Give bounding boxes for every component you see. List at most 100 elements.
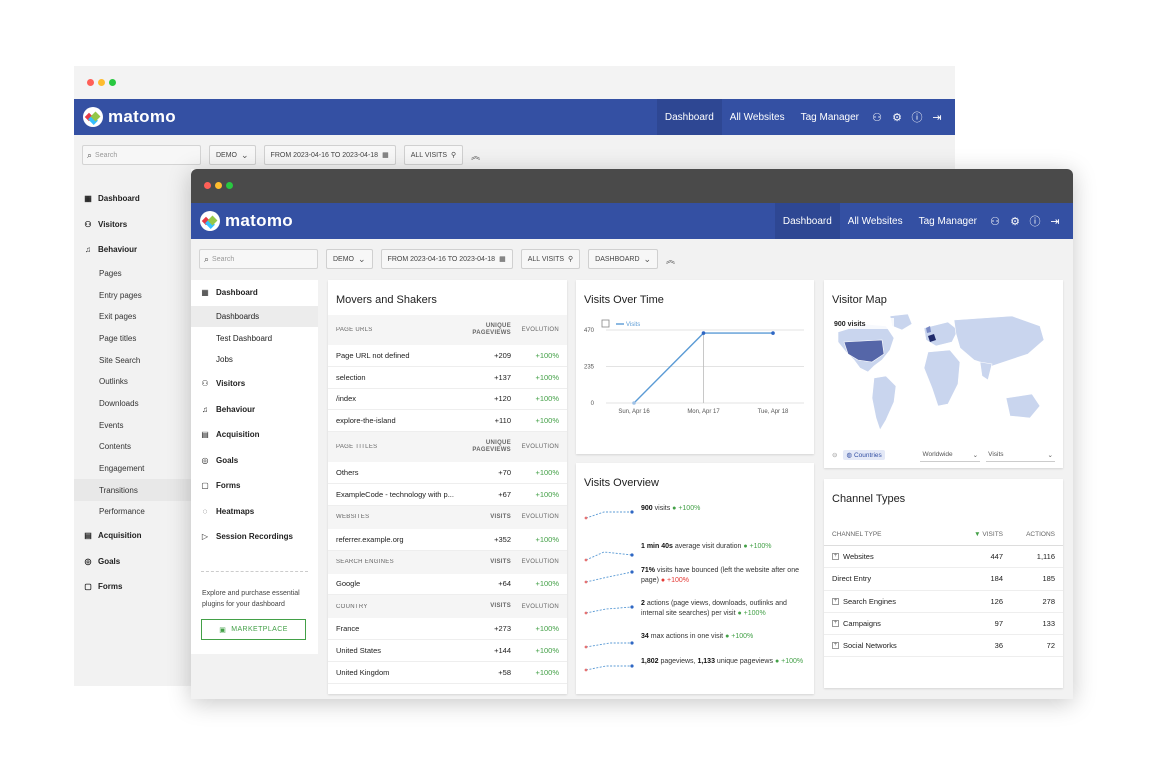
nav-dashboard[interactable]: Dashboard xyxy=(774,203,840,239)
table-row[interactable]: Direct Entry 184 185 xyxy=(824,568,1063,591)
sidebar-item-engagement[interactable]: Engagement xyxy=(74,458,191,480)
marketplace-button[interactable]: ▣ MARKETPLACE xyxy=(201,619,306,640)
sidebar-item-entry-pages[interactable]: Entry pages xyxy=(74,284,191,306)
segment-selector[interactable]: ALL VISITS ⚲ xyxy=(520,249,581,269)
sparkline[interactable] xyxy=(584,504,641,524)
sidebar-item-pages[interactable]: Pages xyxy=(74,263,191,285)
minimize-dot[interactable] xyxy=(98,79,105,86)
maximize-dot[interactable] xyxy=(226,182,233,189)
table-row[interactable]: Others +70 +100% xyxy=(328,462,567,484)
minimize-dot[interactable] xyxy=(215,182,222,189)
sidebar-item-heatmaps[interactable]: ◌ Heatmaps xyxy=(191,498,318,524)
collapse-icon[interactable]: ︽ xyxy=(471,149,480,162)
sparkline[interactable] xyxy=(584,657,641,677)
column-header[interactable]: ACTIONS xyxy=(1003,531,1055,538)
site-selector[interactable]: DEMO ⌄ xyxy=(209,145,256,165)
collapse-icon[interactable]: ︽ xyxy=(666,253,675,266)
table-row[interactable]: France +273 +100% xyxy=(328,618,567,641)
sidebar-item-jobs[interactable]: Jobs xyxy=(191,349,318,371)
sidebar-item-goals[interactable]: ◎ Goals xyxy=(74,548,191,574)
gear-icon[interactable]: ⚙ xyxy=(887,111,907,124)
search-input[interactable]: ⌕ Search xyxy=(82,145,201,165)
sidebar-item-downloads[interactable]: Downloads xyxy=(74,393,191,415)
table-row[interactable]: + Social Networks 36 72 xyxy=(824,635,1063,658)
metric-select[interactable]: Visits ⌄ xyxy=(986,449,1055,462)
sidebar-item-dashboards[interactable]: Dashboards xyxy=(191,305,318,328)
sidebar-item-goals[interactable]: ◎ Goals xyxy=(191,447,318,473)
help-icon[interactable]: ⓘ xyxy=(1025,213,1045,229)
front-sidebar: ▦ Dashboard Dashboards Test Dashboard Jobs ⚇ V… xyxy=(191,280,318,654)
sparkline[interactable] xyxy=(584,566,641,586)
sidebar-item-performance[interactable]: Performance xyxy=(74,501,191,523)
sidebar-item-forms[interactable]: ▢ Forms xyxy=(191,473,318,499)
logout-icon[interactable]: ⇥ xyxy=(1045,215,1065,228)
expand-icon[interactable]: + xyxy=(832,553,839,561)
zoom-out-icon[interactable]: ⊖ xyxy=(832,451,837,459)
close-dot[interactable] xyxy=(204,182,211,189)
nav-all-websites[interactable]: All Websites xyxy=(840,203,911,239)
sidebar-item-page-titles[interactable]: Page titles xyxy=(74,328,191,350)
table-row[interactable]: United States +144 +100% xyxy=(328,640,567,662)
sparkline[interactable] xyxy=(584,599,641,619)
sidebar-item-site-search[interactable]: Site Search xyxy=(74,349,191,371)
search-input[interactable]: ⌕ Search xyxy=(199,249,318,269)
sparkline[interactable] xyxy=(584,632,641,652)
date-selector[interactable]: FROM 2023-04-16 TO 2023-04-18 ▦ xyxy=(380,249,513,269)
logout-icon[interactable]: ⇥ xyxy=(927,111,947,124)
table-row[interactable]: referrer.example.org +352 +100% xyxy=(328,529,567,551)
nav-tag-manager[interactable]: Tag Manager xyxy=(793,99,867,135)
y-tick-label: 235 xyxy=(584,365,595,371)
site-selector[interactable]: DEMO ⌄ xyxy=(326,249,373,269)
user-icon[interactable]: ⚇ xyxy=(985,215,1005,228)
sidebar-item-dashboard[interactable]: ▦ Dashboard xyxy=(191,280,318,306)
column-header-visits[interactable]: ▼ VISITS xyxy=(944,531,1003,538)
nav-all-websites[interactable]: All Websites xyxy=(722,99,793,135)
sparkline[interactable] xyxy=(584,542,641,562)
table-row[interactable]: explore-the-island +110 +100% xyxy=(328,410,567,433)
sidebar-item-test-dashboard[interactable]: Test Dashboard xyxy=(191,327,318,349)
sidebar-item-visitors[interactable]: ⚇ Visitors xyxy=(74,212,191,238)
expand-icon[interactable]: + xyxy=(832,620,839,628)
expand-icon[interactable]: + xyxy=(832,597,839,605)
nav-dashboard[interactable]: Dashboard xyxy=(656,99,722,135)
help-icon[interactable]: ⓘ xyxy=(907,109,927,125)
date-selector[interactable]: FROM 2023-04-16 TO 2023-04-18 ▦ xyxy=(263,145,396,165)
table-row[interactable]: United Kingdom +58 +100% xyxy=(328,662,567,684)
sidebar-item-behaviour[interactable]: ♫ Behaviour xyxy=(74,237,191,263)
table-row[interactable]: + Campaigns 97 133 xyxy=(824,613,1063,636)
matomo-logo[interactable]: matomo xyxy=(83,107,176,127)
sidebar-item-acquisition[interactable]: ▤ Acquisition xyxy=(191,422,318,448)
table-row[interactable]: + Websites 447 1,116 xyxy=(824,546,1063,569)
sidebar-item-acquisition[interactable]: ▤ Acquisition xyxy=(74,523,191,549)
matomo-logo[interactable]: matomo xyxy=(200,211,293,231)
sidebar-item-visitors[interactable]: ⚇ Visitors xyxy=(191,371,318,397)
sidebar-item-dashboard[interactable]: ▦ Dashboard xyxy=(74,186,191,212)
expand-icon[interactable]: + xyxy=(832,642,839,650)
nav-tag-manager[interactable]: Tag Manager xyxy=(911,203,985,239)
table-row[interactable]: + Search Engines 126 278 xyxy=(824,591,1063,613)
table-row[interactable]: /index +120 +100% xyxy=(328,389,567,411)
segment-selector[interactable]: ALL VISITS ⚲ xyxy=(403,145,464,165)
world-map[interactable]: 900 visits xyxy=(824,280,1063,468)
table-row[interactable]: Page URL not defined +209 +100% xyxy=(328,345,567,367)
table-row[interactable]: ExampleCode - technology with p... +67 +10… xyxy=(328,484,567,506)
sidebar-item-transitions[interactable]: Transitions xyxy=(74,479,191,502)
table-row[interactable]: Google +64 +100% xyxy=(328,574,567,596)
sidebar-item-outlinks[interactable]: Outlinks xyxy=(74,371,191,393)
sidebar-item-session-recordings[interactable]: ▷ Session Recordings xyxy=(191,524,318,550)
table-row[interactable]: selection +137 +100% xyxy=(328,367,567,389)
sidebar-item-exit-pages[interactable]: Exit pages xyxy=(74,306,191,328)
sidebar-item-behaviour[interactable]: ♫ Behaviour xyxy=(191,396,318,422)
sidebar-item-events[interactable]: Events xyxy=(74,414,191,436)
region-select[interactable]: Worldwide ⌄ xyxy=(920,449,981,462)
gear-icon[interactable]: ⚙ xyxy=(1005,215,1025,228)
calendar-icon: ▦ xyxy=(382,152,389,159)
sidebar-item-forms[interactable]: ▢ Forms xyxy=(74,574,191,600)
dashboard-selector[interactable]: DASHBOARD ⌄ xyxy=(588,249,659,269)
sidebar-item-contents[interactable]: Contents xyxy=(74,436,191,458)
maximize-dot[interactable] xyxy=(109,79,116,86)
close-dot[interactable] xyxy=(87,79,94,86)
countries-link[interactable]: ◍ Countries xyxy=(843,450,885,460)
user-icon[interactable]: ⚇ xyxy=(867,111,887,124)
column-header[interactable]: CHANNEL TYPE xyxy=(824,531,944,538)
